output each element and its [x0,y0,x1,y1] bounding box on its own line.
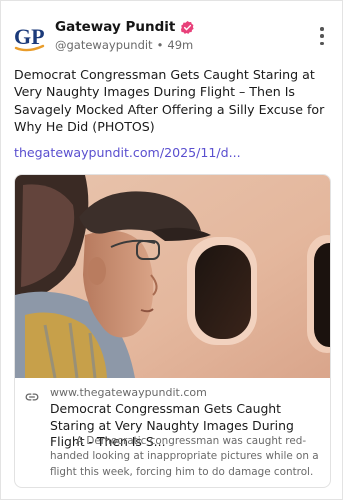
link-preview-image[interactable] [15,175,330,378]
author-name[interactable]: Gateway Pundit [55,19,175,35]
post-link[interactable]: thegatewaypundit.com/2025/11/d... [14,145,241,160]
post-card[interactable]: GP Gateway Pundit @gatewaypundit • 49m Dem… [0,0,343,500]
author-meta: @gatewaypundit • 49m [55,38,193,52]
link-description: A Democratic congressman was caught red-… [50,435,319,478]
link-preview-card[interactable]: www.thegatewaypundit.com Democrat Congre… [14,174,331,488]
author-name-row[interactable]: Gateway Pundit [55,19,195,35]
more-vertical-icon[interactable] [318,27,326,45]
link-chain-icon [25,389,39,403]
avatar[interactable]: GP [13,23,47,53]
verified-badge-icon [180,20,195,35]
logo-text: GP [14,24,45,49]
meta-separator: • [156,38,164,52]
post-timestamp[interactable]: 49m [167,38,193,52]
link-domain[interactable]: www.thegatewaypundit.com [50,386,207,399]
post-text: Democrat Congressman Gets Caught Staring… [14,67,325,135]
author-handle[interactable]: @gatewaypundit [55,38,153,52]
post-header: GP Gateway Pundit @gatewaypundit • 49m [13,17,332,57]
